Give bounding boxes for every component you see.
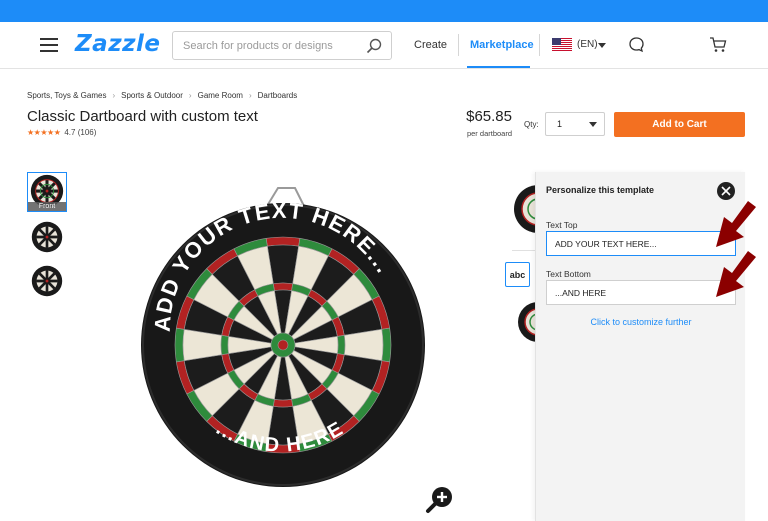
breadcrumb-separator-icon: ›: [248, 91, 252, 100]
breadcrumb-item[interactable]: Sports, Toys & Games: [27, 91, 106, 100]
breadcrumb-item[interactable]: Game Room: [198, 91, 243, 100]
text-top-label: Text Top: [546, 220, 578, 230]
menu-icon[interactable]: [40, 38, 58, 52]
search-input[interactable]: [173, 32, 358, 59]
thumbnail-view-3[interactable]: [28, 262, 68, 302]
zoom-in-icon[interactable]: [425, 484, 455, 514]
chevron-down-icon: [589, 122, 597, 127]
panel-title: Personalize this template: [546, 185, 655, 195]
product-title: Classic Dartboard with custom text: [27, 108, 258, 125]
dartboard-segments: [174, 236, 392, 454]
nav-marketplace[interactable]: Marketplace: [470, 39, 534, 51]
rating-text: 4.7 (106): [64, 128, 97, 137]
quantity-select[interactable]: 1: [545, 112, 605, 136]
product-main-image[interactable]: ADD YOUR TEXT HERE... ...AND HERE: [130, 182, 430, 502]
breadcrumb: Sports, Toys & Games › Sports & Outdoor …: [27, 91, 297, 100]
language-selector[interactable]: (EN): [577, 39, 598, 50]
chevron-down-icon[interactable]: [598, 43, 606, 48]
annotation-arrow-icon: [716, 251, 756, 297]
divider: [512, 250, 536, 251]
product-rating[interactable]: ★★★★★ 4.7 (106): [27, 128, 96, 137]
nav-create[interactable]: Create: [414, 39, 447, 51]
nav-divider: [539, 34, 540, 56]
text-tool-button[interactable]: abc: [505, 262, 530, 287]
dartboard-segment: [272, 282, 294, 292]
search-box[interactable]: [172, 31, 392, 60]
search-icon[interactable]: [366, 38, 382, 54]
cart-icon[interactable]: [709, 36, 727, 53]
dartboard-thumbnail-icon: [31, 265, 63, 297]
dartboard-bullseye: [277, 339, 289, 351]
text-bottom-field[interactable]: [546, 280, 736, 305]
zazzle-logo[interactable]: Zazzle: [75, 31, 160, 57]
dartboard-thumbnail-icon: [514, 185, 536, 233]
thumbnail-front[interactable]: Front: [27, 172, 67, 212]
site-header: Zazzle Create Marketplace (EN): [0, 22, 768, 69]
breadcrumb-item[interactable]: Sports & Outdoor: [121, 91, 183, 100]
nav-divider: [458, 34, 459, 56]
nav-active-underline: [467, 66, 530, 68]
customize-further-link[interactable]: Click to customize further: [536, 317, 746, 327]
breadcrumb-item[interactable]: Dartboards: [258, 91, 298, 100]
dartboard-segment: [220, 334, 230, 356]
price-unit: per dartboard: [466, 129, 512, 138]
dartboard-segment: [336, 334, 346, 356]
product-price: $65.85: [466, 108, 512, 125]
breadcrumb-separator-icon: ›: [188, 91, 192, 100]
top-banner: [0, 0, 768, 22]
add-to-cart-button[interactable]: Add to Cart: [614, 112, 745, 137]
thumbnail-view-2[interactable]: [28, 218, 68, 258]
dartboard-thumbnail-icon: [31, 221, 63, 253]
close-button[interactable]: [717, 182, 735, 200]
close-icon: [721, 186, 731, 196]
dartboard-segment: [272, 398, 294, 408]
template-preview-thumbnail[interactable]: [512, 181, 536, 237]
us-flag-icon[interactable]: [552, 38, 572, 51]
dartboard-thumbnail-icon: [518, 302, 536, 342]
breadcrumb-separator-icon: ›: [112, 91, 116, 100]
text-bottom-label: Text Bottom: [546, 269, 591, 279]
chat-icon[interactable]: [628, 36, 645, 53]
thumbnail-label: Front: [28, 202, 66, 211]
star-rating-icon: ★★★★★: [27, 128, 61, 137]
text-top-field[interactable]: [546, 231, 736, 256]
qty-label: Qty:: [524, 120, 539, 129]
quantity-value: 1: [557, 119, 563, 129]
annotation-arrow-icon: [716, 201, 756, 247]
template-preview-thumbnail[interactable]: [512, 300, 536, 346]
